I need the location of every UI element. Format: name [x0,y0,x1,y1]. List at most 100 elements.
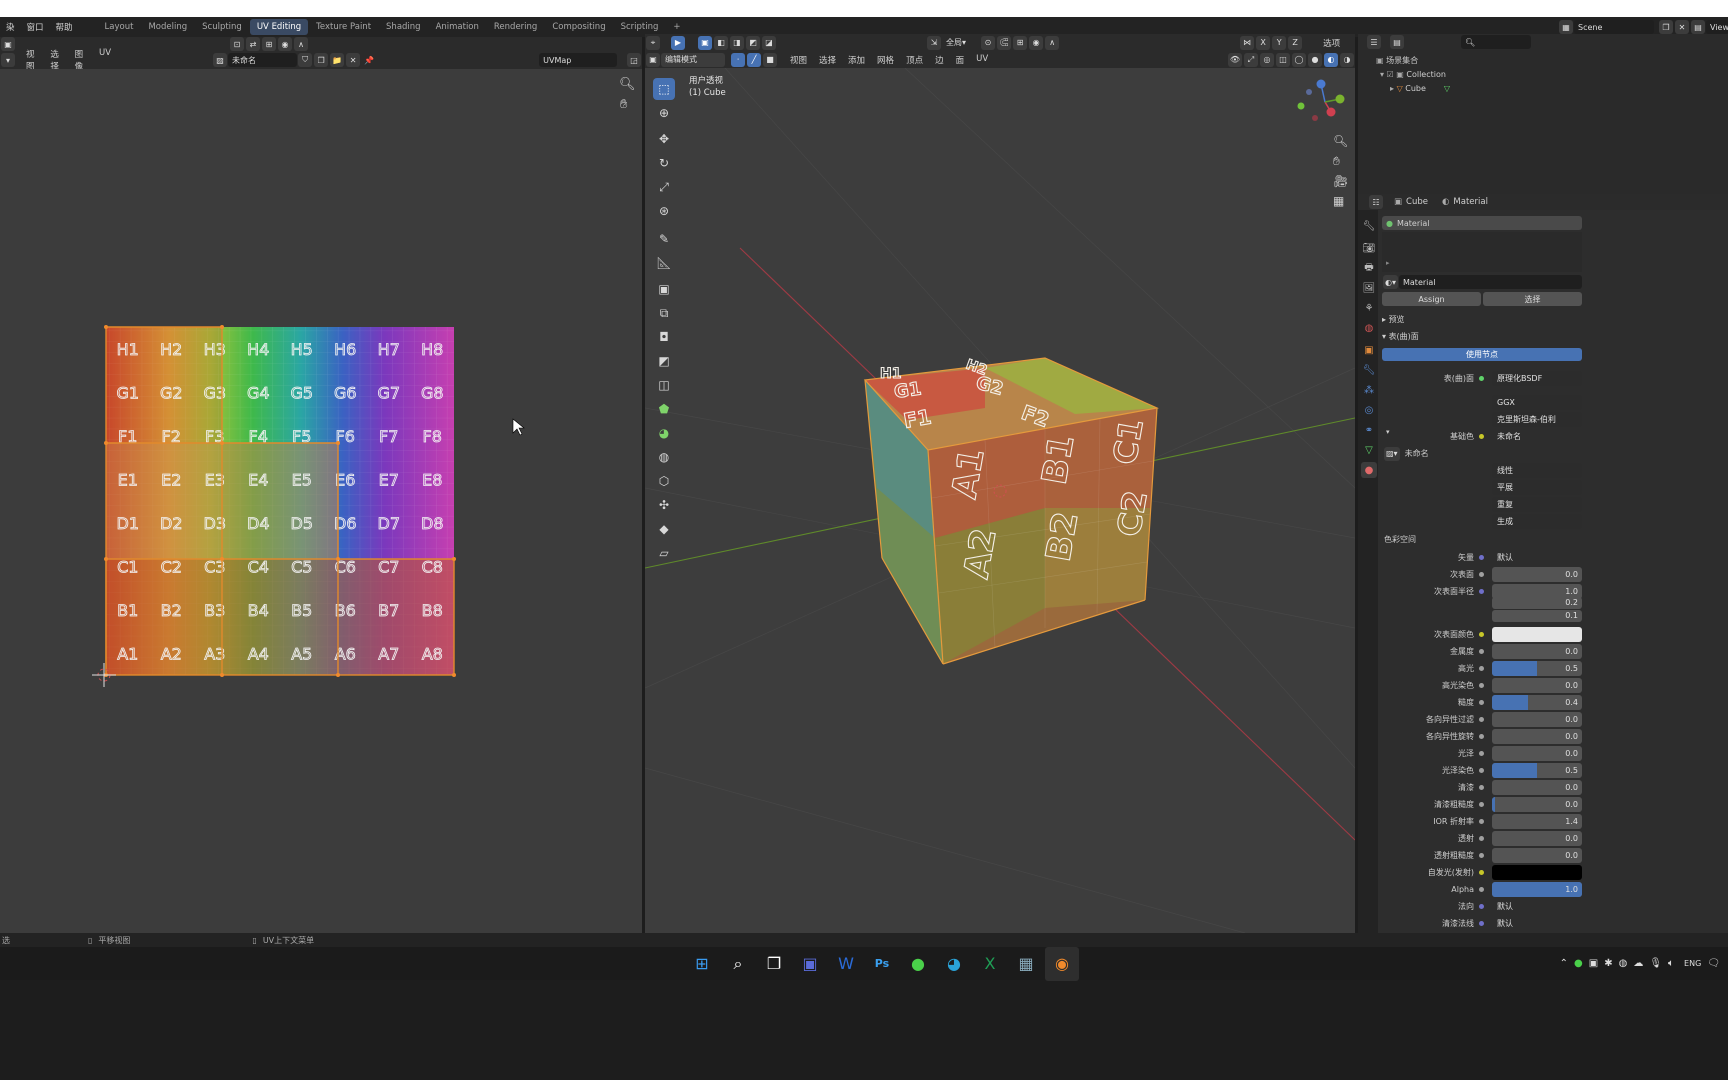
socket-icon[interactable] [1479,572,1484,577]
bsdf-input-slider[interactable]: 0.0 [1492,644,1582,659]
material-browse-icon[interactable]: ◐▾ [1383,275,1398,289]
mirror-axis-button[interactable]: Z [1288,35,1303,50]
uv-editor-canvas[interactable]: H1 H2 H3 H4 H5 H6 H7 H8 G1 G2 G3 G4 G5 G6 G7 G8 F1 F2 F3 F4… [0,69,642,933]
tray-bluetooth-icon[interactable]: ✱ [1604,958,1612,969]
face-select-icon[interactable]: ■ [763,52,777,67]
socket-icon[interactable] [1479,904,1484,909]
pin-icon[interactable]: 📌 [362,53,376,67]
socket-icon[interactable] [1479,683,1484,688]
mirror-axis-button[interactable]: Y [1272,35,1287,50]
transform-tool-icon[interactable]: ⊛ [653,200,675,222]
tray-volume-icon[interactable]: 🔈︎ [1668,958,1674,969]
tray-mic-icon[interactable]: 🎙︎ [1649,958,1662,969]
socket-icon[interactable] [1479,785,1484,790]
assign-button[interactable]: Assign [1382,292,1481,306]
socket-icon[interactable] [1479,632,1484,637]
snap-icon[interactable]: 🧲︎ [997,35,1012,50]
menu-window[interactable]: 窗口 [21,21,50,33]
tray-wechat-icon[interactable]: ● [1574,958,1583,969]
bsdf-input-slider[interactable]: 0.0 [1492,848,1582,863]
particles-tab-icon[interactable]: ⁂ [1361,382,1377,398]
proportional-edit-icon[interactable]: ◉ [1029,35,1044,50]
pivot-point-icon[interactable]: ⊙ [981,35,995,50]
bsdf-input-slider[interactable]: 0.0 [1492,831,1582,846]
bsdf-input-value[interactable]: 默认 [1492,550,1582,565]
view-layer-field[interactable]: View [1706,20,1728,34]
perspective-grid-icon[interactable]: ▦ [1333,194,1344,208]
excel-icon[interactable]: X [973,947,1007,981]
fake-user-icon[interactable]: ⛉ [298,53,313,67]
workspace-tab[interactable]: UV Editing [249,19,309,35]
rip-tool-icon[interactable]: ▱ [653,542,675,564]
uv-snap-icon[interactable]: ⊞ [262,37,276,51]
socket-icon[interactable] [1479,836,1484,841]
tray-notification-icon[interactable]: 🗨︎ [1707,958,1720,969]
view-layer-tab-icon[interactable]: 🖼︎ [1361,280,1377,296]
pan-hand-icon[interactable]: ✋︎ [620,97,627,112]
socket-icon[interactable] [1479,589,1484,594]
word-icon[interactable]: W [829,947,863,981]
vertex-select-icon[interactable]: ⋅ [731,52,745,67]
blender-icon[interactable]: ◉ [1045,946,1079,981]
mode-icon[interactable]: ▣ [646,52,660,67]
socket-icon[interactable] [1479,751,1484,756]
overlay-icon[interactable]: ◎ [1260,52,1274,67]
search-icon[interactable]: ⌕ [721,947,755,981]
tool-tab-icon[interactable]: 🔧︎ [1361,218,1377,234]
mode-dropdown[interactable]: 编辑模式 [661,52,725,67]
data-tab-icon[interactable]: ▽ [1361,442,1377,458]
view-layer-icon[interactable]: ▤ [1691,20,1705,34]
workspace-tab[interactable]: Shading [379,19,428,35]
distribution-field[interactable]: GGX [1492,395,1582,410]
orientation-field[interactable]: 全局 ▾ [942,36,980,50]
scene-icon[interactable]: ▦ [1559,20,1573,34]
windows-start-icon[interactable]: ⊞ [685,947,719,981]
color-swatch[interactable] [1492,865,1582,880]
smooth-tool-icon[interactable]: ⬡ [653,470,675,492]
socket-icon[interactable] [1479,649,1484,654]
editor-type-icon[interactable]: ⌖ [646,35,660,50]
tray-cloud-icon[interactable]: ☁ [1633,958,1643,969]
output-tab-icon[interactable]: 🖶︎ [1361,260,1377,276]
task-view-icon[interactable]: ❐ [757,947,791,981]
pan-hand-icon[interactable]: ✋︎ [1333,154,1340,169]
socket-icon[interactable] [1479,555,1484,560]
viewport-menu-item[interactable]: 网格 [877,54,894,66]
uvmap-field[interactable]: UVMap [539,53,617,67]
bsdf-input-value[interactable]: 默认 [1492,899,1582,914]
tray-chevron-icon[interactable]: ⌃ [1560,958,1568,969]
vector-component[interactable]: 0.1 [1492,610,1582,622]
select-mode-intersect-icon[interactable]: ◪ [762,35,776,50]
extrude-tool-icon[interactable]: ⧉ [653,302,675,324]
snap-target-icon[interactable]: ⊞ [1013,35,1028,50]
gizmo-icon[interactable]: ⤢ [1244,52,1258,67]
projection-field[interactable]: 平展 [1492,480,1582,495]
edge-select-icon[interactable]: ╱ [747,52,761,67]
interpolation-field[interactable]: 线性 [1492,463,1582,478]
viewport-menu-item[interactable]: 视图 [790,54,807,66]
zoom-icon[interactable]: 🔍︎ [1333,134,1348,148]
shear-tool-icon[interactable]: ◆ [653,518,675,540]
preview-panel[interactable]: ▸ 预览 [1382,314,1582,325]
new-image-icon[interactable]: ❐ [314,53,329,67]
zoom-icon[interactable]: 🔍︎ [619,77,636,92]
cursor-tool-icon[interactable]: ⊕ [653,102,675,124]
bsdf-input-slider[interactable]: 1.0 [1492,882,1582,897]
material-tab-icon[interactable]: ● [1361,462,1377,478]
source-field[interactable]: 生成 [1492,514,1582,529]
loop-cut-tool-icon[interactable]: ◫ [653,374,675,396]
workspace-tab[interactable]: Animation [429,19,486,35]
navigation-gizmo[interactable] [1297,79,1345,122]
scene-field[interactable]: Scene [1574,20,1654,34]
vector-component[interactable]: 0.2 [1492,597,1582,609]
app-icon[interactable]: ▦ [1009,947,1043,981]
image-browse-icon[interactable]: ▨ [213,53,228,67]
render-tab-icon[interactable]: 📷︎ [1361,240,1377,256]
select-mode-new-icon[interactable]: ▣ [698,35,712,50]
select-mode-subtract-icon[interactable]: ◨ [730,35,744,50]
cube-mesh[interactable]: A1 A2 B1 B2 C1 C2 F1 F2 G1 G2 H1 H2 [863,356,1160,665]
spin-tool-icon[interactable]: ◍ [653,446,675,468]
socket-icon[interactable] [1479,734,1484,739]
move-tool-icon[interactable]: ✥ [653,128,675,150]
uv-falloff-icon[interactable]: ∧ [294,37,308,51]
